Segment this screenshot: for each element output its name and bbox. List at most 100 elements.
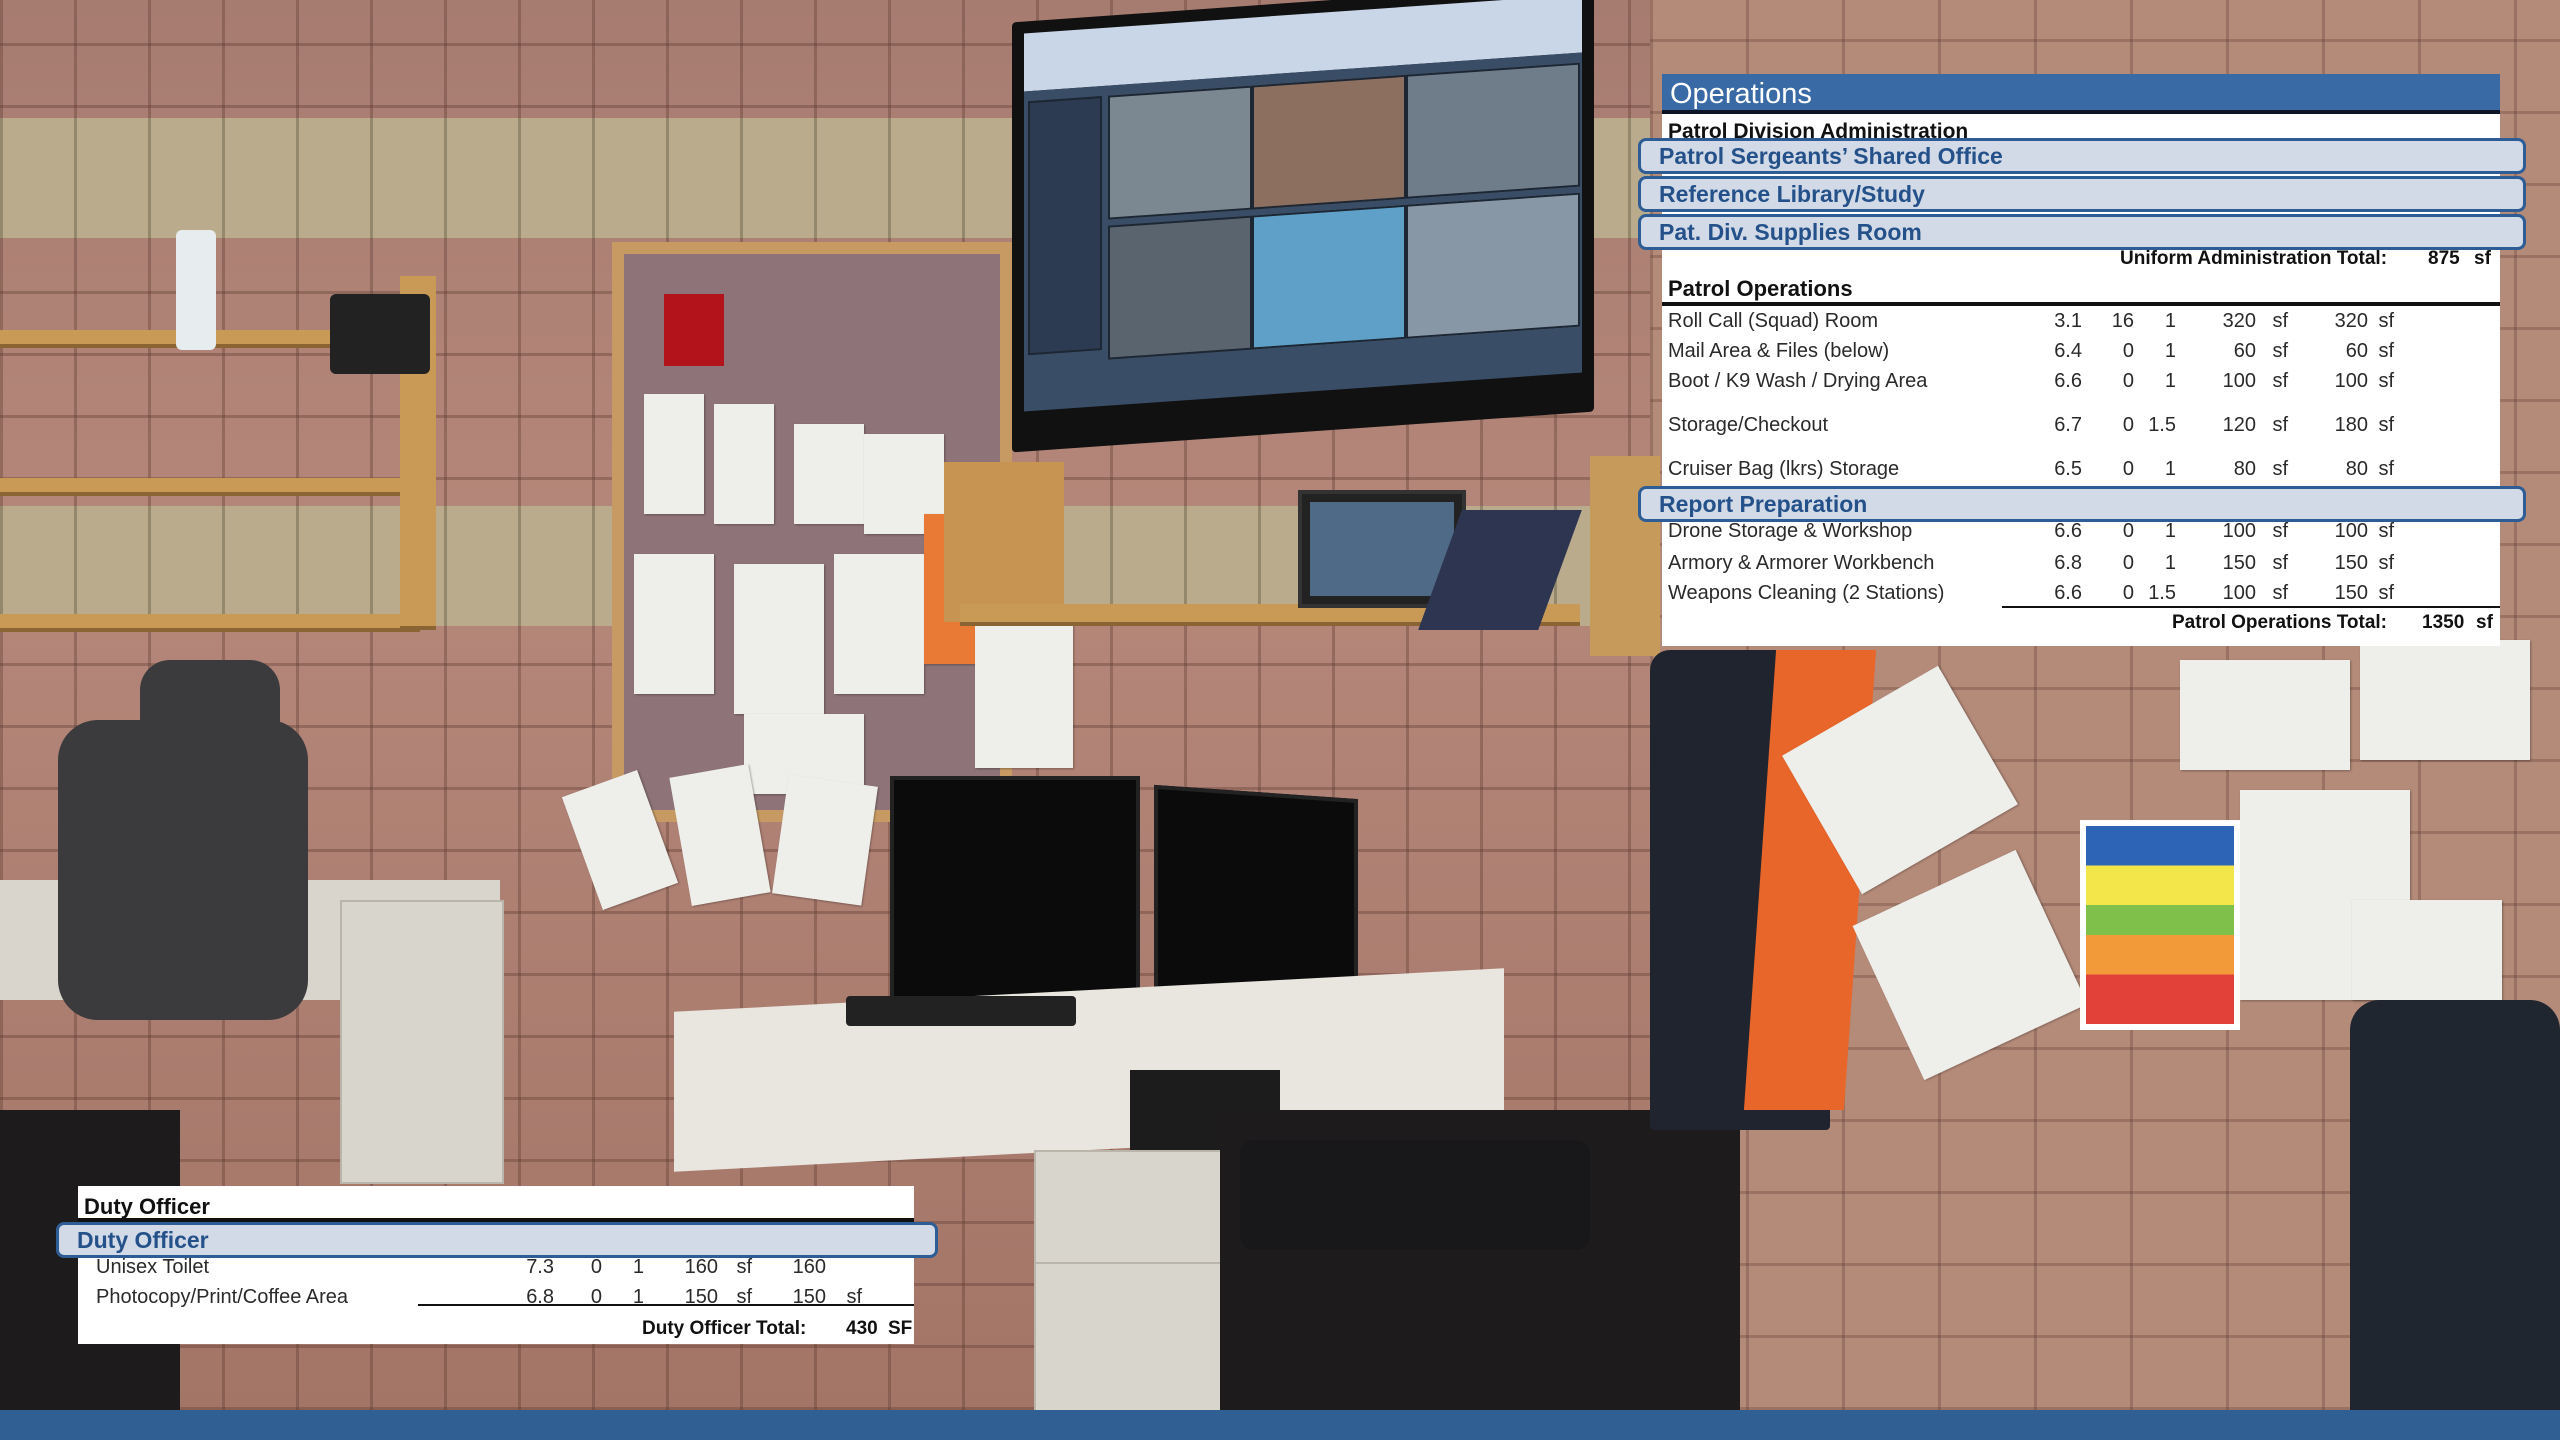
cell-c3: 1 xyxy=(2164,310,2176,332)
cell-u2: sf xyxy=(2378,582,2394,604)
cell-u1: sf xyxy=(2272,582,2288,604)
cell-u2: sf xyxy=(2378,370,2394,392)
cell-name: Cruiser Bag (lkrs) Storage xyxy=(1668,458,1900,480)
pill-patrol-sergeants-office: Patrol Sergeants’ Shared Office xyxy=(1638,138,2526,174)
cell-u2: sf xyxy=(2378,414,2394,436)
cell-c2: 16 xyxy=(2111,310,2134,332)
cell-c2: 0 xyxy=(2122,520,2134,542)
duty-total-label: Duty Officer Total: xyxy=(642,1318,807,1339)
camera-list-panel xyxy=(1028,96,1102,356)
cell-total: 80 xyxy=(2345,458,2368,480)
cell-c3: 1.5 xyxy=(2148,582,2176,604)
marine-emblem xyxy=(664,294,724,366)
wood-panel xyxy=(944,462,1064,622)
duty-officer-table: Duty Officer Unisex Toilet 7.3 0 1 160 sf 160 P… xyxy=(78,1186,914,1344)
cell-total: 100 xyxy=(2334,520,2368,542)
table-row: Cruiser Bag (lkrs) Storage 6.5 0 1 80 sf 80 sf xyxy=(1662,458,2500,486)
cell-name: Unisex Toilet xyxy=(96,1256,210,1278)
cell-u2: sf xyxy=(2378,310,2394,332)
cell-c1: 6.4 xyxy=(2054,340,2082,362)
posted-roster xyxy=(975,608,1073,768)
cell-area: 320 xyxy=(2222,310,2256,332)
cell-name: Weapons Cleaning (2 Stations) xyxy=(1668,582,1945,604)
cell-area: 80 xyxy=(2233,458,2256,480)
camera-feed xyxy=(1406,192,1580,339)
laptop-bag xyxy=(1240,1140,1590,1250)
desk-drawer xyxy=(1034,1150,1238,1264)
patrol-total-unit: sf xyxy=(2476,612,2493,633)
cell-total: 100 xyxy=(2334,370,2368,392)
hanging-paper xyxy=(772,774,878,906)
table-row: Drone Storage & Workshop 6.6 0 1 100 sf 100 sf xyxy=(1662,520,2500,548)
desktop-monitor xyxy=(890,776,1140,1004)
keyboard xyxy=(846,996,1076,1026)
table-row: Storage/Checkout 6.7 0 1.5 120 sf 180 sf xyxy=(1662,414,2500,442)
cell-c3: 1 xyxy=(2164,552,2176,574)
cell-area: 120 xyxy=(2222,414,2256,436)
cell-u2: sf xyxy=(2378,552,2394,574)
desk-drawer xyxy=(1034,1262,1238,1410)
shelf xyxy=(0,478,430,496)
cell-u1: sf xyxy=(2272,340,2288,362)
cell-c1: 6.5 xyxy=(2054,458,2082,480)
cell-u1: sf xyxy=(2272,552,2288,574)
cell-total: 180 xyxy=(2334,414,2368,436)
cell-c2: 0 xyxy=(2122,552,2134,574)
cell-u1: sf xyxy=(2272,310,2288,332)
camera-feed xyxy=(1406,62,1580,199)
posted-paper xyxy=(714,404,774,524)
cell-total: 150 xyxy=(2334,552,2368,574)
cell-c2: 0 xyxy=(2122,414,2134,436)
admin-total-label: Uniform Administration Total: xyxy=(2120,248,2388,269)
cell-c2: 0 xyxy=(2122,340,2134,362)
cell-c1: 3.1 xyxy=(2054,310,2082,332)
spray-bottle xyxy=(176,230,216,350)
posted-paper xyxy=(834,554,924,694)
chair-headrest xyxy=(140,660,280,770)
camera-monitor-tv xyxy=(1012,0,1594,453)
cell-c1: 7.3 xyxy=(526,1256,554,1278)
posted-paper xyxy=(2180,660,2350,770)
cell-area: 100 xyxy=(2222,370,2256,392)
cell-name: Mail Area & Files (below) xyxy=(1668,340,1890,362)
posted-paper xyxy=(2352,900,2502,1000)
patrol-total-label: Patrol Operations Total: xyxy=(2172,612,2388,633)
cell-c2: 0 xyxy=(590,1256,602,1278)
table-row: Armory & Armorer Workbench 6.8 0 1 150 sf 150 s… xyxy=(1662,552,2500,580)
table-row: Mail Area & Files (below) 6.4 0 1 60 sf 60 sf xyxy=(1662,340,2500,368)
posted-paper xyxy=(634,554,714,694)
cell-c2: 0 xyxy=(2122,582,2134,604)
admin-total-unit: sf xyxy=(2474,248,2491,269)
camera-feed xyxy=(1252,204,1406,350)
radio-charger xyxy=(330,294,430,374)
cell-c3: 1.5 xyxy=(2148,414,2176,436)
cell-total: 160 xyxy=(792,1256,826,1278)
cell-c1: 6.6 xyxy=(2054,582,2082,604)
camera-feed xyxy=(1108,215,1252,360)
operations-title: Operations xyxy=(1662,74,2500,114)
cell-area: 60 xyxy=(2233,340,2256,362)
cell-c3: 1 xyxy=(2164,520,2176,542)
table-row: Boot / K9 Wash / Drying Area 6.6 0 1 100 sf 10… xyxy=(1662,370,2500,398)
color-rating-chart xyxy=(2080,820,2240,1030)
cell-c3: 1 xyxy=(632,1256,644,1278)
camera-feed xyxy=(1108,85,1252,220)
cell-area: 100 xyxy=(2222,582,2256,604)
cell-u1: sf xyxy=(2272,370,2288,392)
cell-c1: 6.7 xyxy=(2054,414,2082,436)
cell-u2: sf xyxy=(2378,520,2394,542)
camera-grid xyxy=(1024,52,1582,412)
posted-paper xyxy=(644,394,704,514)
cell-total: 60 xyxy=(2345,340,2368,362)
cell-name: Storage/Checkout xyxy=(1668,414,1829,436)
cell-u1: sf xyxy=(2272,458,2288,480)
section-rule xyxy=(1662,302,2500,306)
pill-duty-officer: Duty Officer xyxy=(56,1222,938,1258)
patrol-total-value: 1350 xyxy=(2422,612,2465,633)
bottom-accent-bar xyxy=(0,1410,2560,1440)
table-row: Unisex Toilet 7.3 0 1 160 sf 160 xyxy=(78,1256,914,1284)
cell-area: 150 xyxy=(2222,552,2256,574)
desk-drawer xyxy=(340,900,504,1184)
cell-name: Drone Storage & Workshop xyxy=(1668,520,1913,542)
cell-area: 160 xyxy=(684,1256,718,1278)
